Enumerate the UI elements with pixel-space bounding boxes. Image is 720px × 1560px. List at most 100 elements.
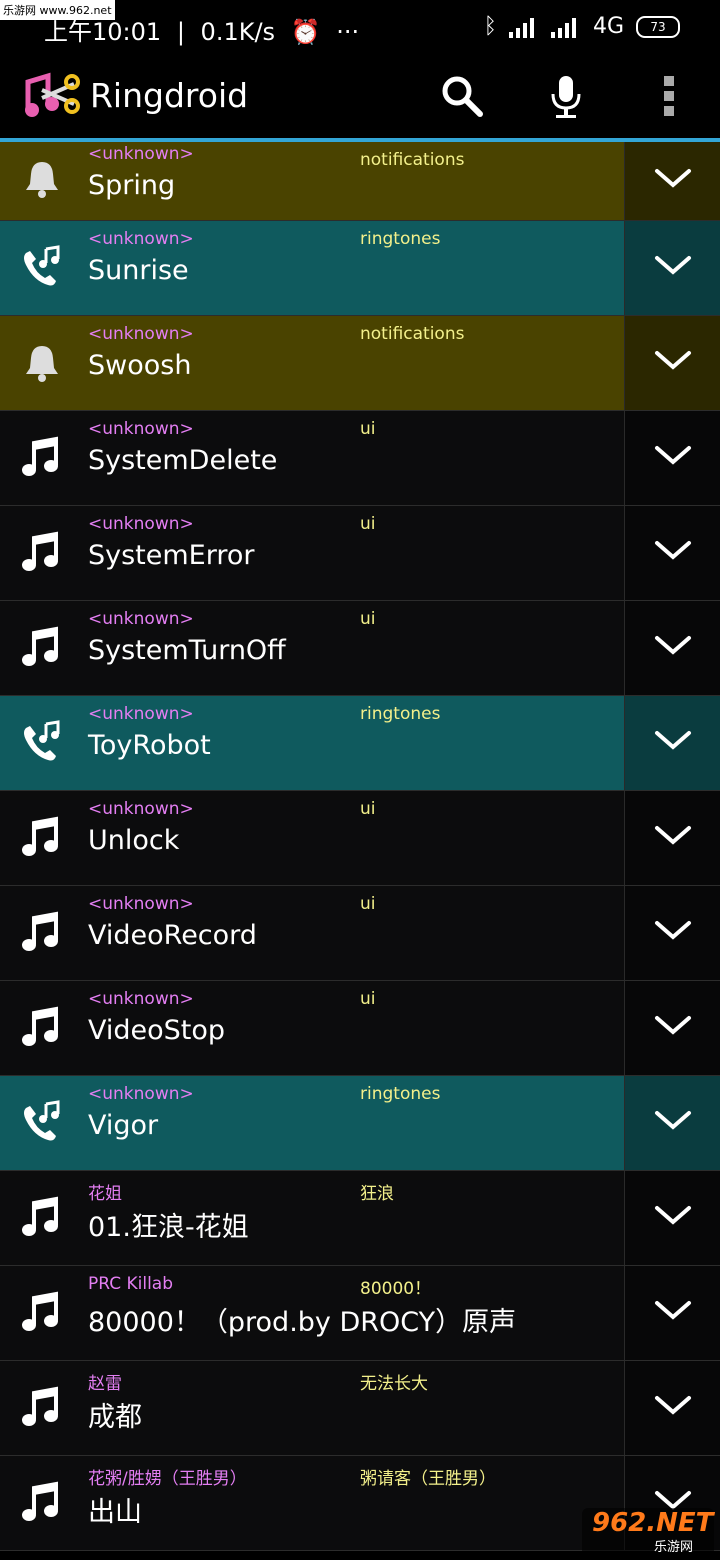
item-album: ringtones (360, 1084, 441, 1104)
list-item[interactable]: <unknown> ui SystemError (0, 506, 720, 601)
expand-button[interactable] (624, 1171, 720, 1265)
item-title: 出山 (88, 1497, 142, 1528)
mic-icon (551, 76, 581, 118)
list-item[interactable]: PRC Killab 80000！ 80000！（prod.by DROCY）原声 (0, 1266, 720, 1361)
item-artist: <unknown> (88, 419, 194, 439)
signal-hd-icon (550, 17, 576, 38)
chevron-down-icon (653, 634, 693, 662)
item-album: ui (360, 989, 376, 1009)
expand-button[interactable] (624, 316, 720, 410)
chevron-down-icon (653, 1014, 693, 1042)
expand-button[interactable] (624, 601, 720, 695)
bell-icon (18, 154, 66, 202)
search-button[interactable] (438, 72, 486, 120)
item-album: notifications (360, 150, 465, 170)
item-title: ToyRobot (88, 730, 211, 761)
app-bar: Ringdroid (0, 54, 720, 142)
item-album: 狂浪 (360, 1184, 394, 1204)
item-title: Spring (88, 170, 176, 201)
overflow-menu-button[interactable] (645, 72, 693, 120)
expand-button[interactable] (624, 981, 720, 1075)
item-title: 80000！（prod.by DROCY）原声 (88, 1307, 517, 1338)
expand-button[interactable] (624, 411, 720, 505)
watermark-bottom-big: 962.NET (592, 1508, 714, 1538)
music-note-icon (18, 1003, 66, 1051)
item-album: ui (360, 799, 376, 819)
expand-button[interactable] (624, 1361, 720, 1455)
list-item[interactable]: <unknown> ringtones ToyRobot (0, 696, 720, 791)
list-item[interactable]: <unknown> ui VideoRecord (0, 886, 720, 981)
bell-icon (18, 338, 66, 386)
item-title: VideoStop (88, 1015, 226, 1046)
chevron-down-icon (653, 1299, 693, 1327)
list-item[interactable]: <unknown> ui SystemDelete (0, 411, 720, 506)
expand-button[interactable] (624, 696, 720, 790)
expand-button[interactable] (624, 142, 720, 220)
expand-button[interactable] (624, 1266, 720, 1360)
item-artist: <unknown> (88, 894, 194, 914)
list-item[interactable]: 花姐 狂浪 01.狂浪-花姐 (0, 1171, 720, 1266)
item-title: 01.狂浪-花姐 (88, 1212, 249, 1243)
bluetooth-icon: ᛒ (483, 14, 497, 39)
list-item[interactable]: 赵雷 无法长大 成都 (0, 1361, 720, 1456)
item-title: Unlock (88, 825, 180, 856)
item-album: 无法长大 (360, 1374, 428, 1394)
item-artist: PRC Killab (88, 1274, 174, 1294)
item-artist: <unknown> (88, 989, 194, 1009)
item-album: 粥请客（王胜男） (360, 1469, 496, 1489)
chevron-down-icon (653, 254, 693, 282)
item-title: SystemError (88, 540, 255, 571)
chevron-down-icon (653, 167, 693, 195)
chevron-down-icon (653, 444, 693, 472)
chevron-down-icon (653, 539, 693, 567)
item-title: SystemTurnOff (88, 635, 286, 666)
item-title: Swoosh (88, 350, 192, 381)
status-icons: ᛒ 4G 73 (484, 14, 680, 39)
phone-ring-icon (18, 1098, 66, 1146)
music-note-icon (18, 908, 66, 956)
music-note-icon (18, 623, 66, 671)
record-button[interactable] (542, 72, 590, 120)
ringtone-list[interactable]: <unknown> notifications Spring <unknown> rin… (0, 142, 720, 1560)
item-artist: <unknown> (88, 229, 194, 249)
item-album: ui (360, 894, 376, 914)
item-artist: 花粥/胜娚（王胜男） (88, 1469, 247, 1489)
list-item[interactable]: <unknown> ringtones Vigor (0, 1076, 720, 1171)
music-note-icon (18, 1383, 66, 1431)
expand-button[interactable] (624, 221, 720, 315)
expand-button[interactable] (624, 886, 720, 980)
network-type: 4G (592, 14, 624, 39)
item-title: VideoRecord (88, 920, 257, 951)
music-note-icon (18, 1288, 66, 1336)
item-artist: <unknown> (88, 799, 194, 819)
item-album: 80000！ (360, 1279, 432, 1299)
list-item[interactable]: <unknown> ringtones Sunrise (0, 221, 720, 316)
item-artist: <unknown> (88, 609, 194, 629)
watermark-bottom-small: 乐游网 (654, 1540, 694, 1555)
phone-ring-icon (18, 718, 66, 766)
item-album: ringtones (360, 229, 441, 249)
list-item[interactable]: <unknown> notifications Spring (0, 142, 720, 221)
item-title: Sunrise (88, 255, 189, 286)
list-item[interactable]: <unknown> ui Unlock (0, 791, 720, 886)
list-item[interactable]: <unknown> ui VideoStop (0, 981, 720, 1076)
expand-button[interactable] (624, 1076, 720, 1170)
item-album: notifications (360, 324, 465, 344)
chevron-down-icon (653, 1109, 693, 1137)
music-note-icon (18, 528, 66, 576)
expand-button[interactable] (624, 791, 720, 885)
network-speed: 0.1K/s (200, 18, 276, 46)
chevron-down-icon (653, 824, 693, 852)
search-icon (442, 76, 483, 117)
list-item[interactable]: <unknown> notifications Swoosh (0, 316, 720, 411)
item-album: ui (360, 419, 376, 439)
phone-ring-icon (18, 243, 66, 291)
item-artist: <unknown> (88, 1084, 194, 1104)
list-item[interactable]: <unknown> ui SystemTurnOff (0, 601, 720, 696)
ringdroid-logo-icon (22, 68, 80, 124)
app-title: Ringdroid (90, 76, 249, 115)
item-album: ringtones (360, 704, 441, 724)
item-artist: <unknown> (88, 324, 194, 344)
signal-icon (508, 17, 534, 38)
expand-button[interactable] (624, 506, 720, 600)
